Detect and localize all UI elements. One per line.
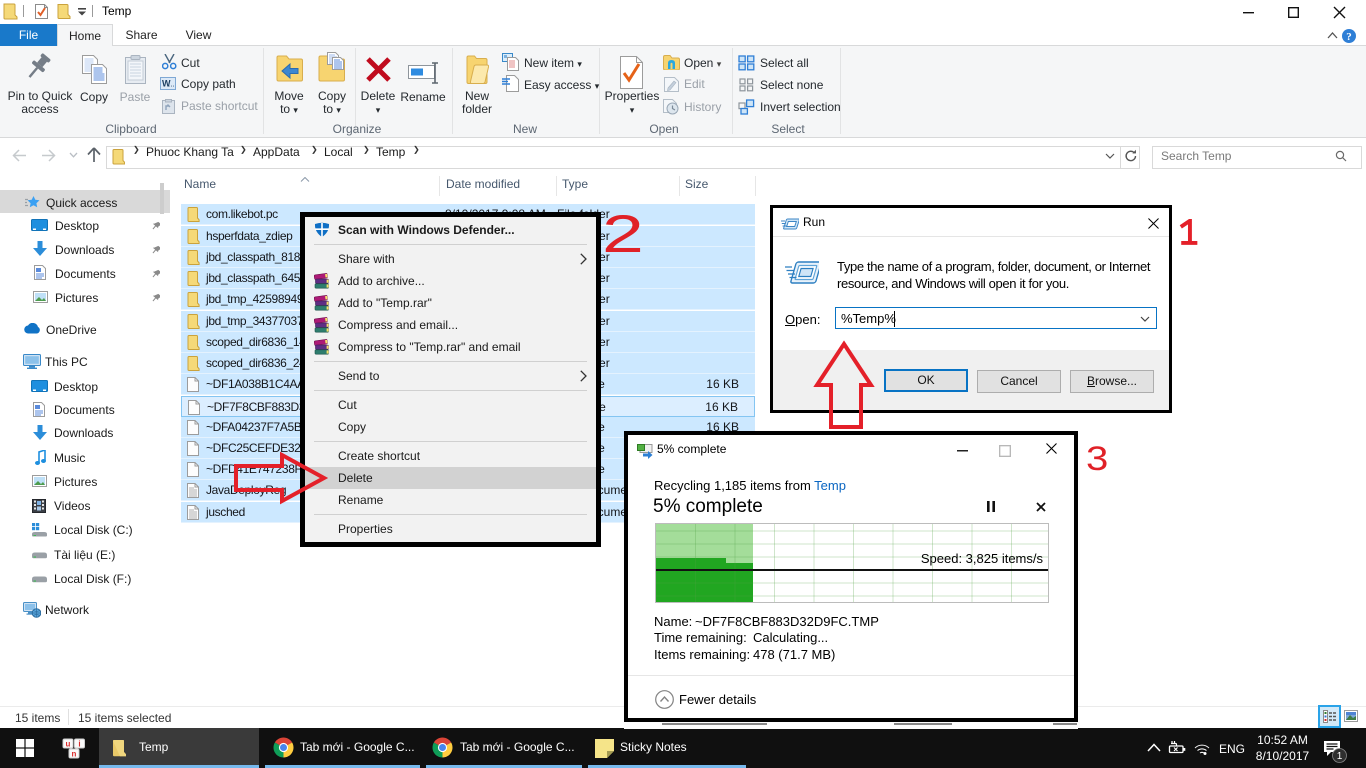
- svg-text:?: ?: [1346, 31, 1352, 43]
- svg-text:i: i: [78, 739, 80, 748]
- svg-text:...: ...: [168, 80, 175, 89]
- svg-text:n: n: [72, 749, 77, 758]
- svg-text:1: 1: [1337, 751, 1343, 762]
- svg-text:u: u: [66, 739, 71, 748]
